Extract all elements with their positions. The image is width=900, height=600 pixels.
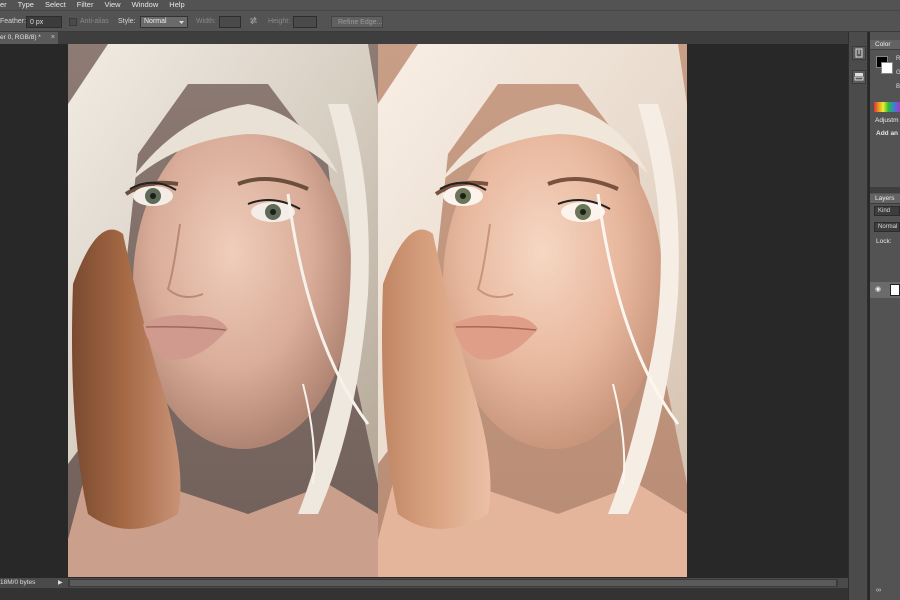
after-photo <box>378 44 687 577</box>
channel-g-label: G <box>896 70 900 76</box>
channel-b-label: B <box>896 84 900 90</box>
tab-color[interactable]: Color <box>870 40 900 50</box>
layer-row[interactable]: ◉ <box>870 282 900 298</box>
channel-r-label: R <box>896 56 900 62</box>
height-input[interactable] <box>293 16 317 28</box>
panel-dock <box>848 32 868 600</box>
width-input[interactable] <box>219 16 241 28</box>
before-photo <box>68 44 378 577</box>
document-canvas[interactable] <box>0 44 848 577</box>
style-select[interactable]: Normal <box>140 16 188 28</box>
document-tab[interactable]: er 0, RGB/8) * × <box>0 32 58 44</box>
refine-edge-button[interactable]: Refine Edge... <box>331 16 383 28</box>
layers-lock-label: Lock: <box>876 238 892 245</box>
document-tab-title: er 0, RGB/8) * <box>0 34 41 41</box>
portrait-after-image <box>378 44 687 577</box>
options-bar: Feather: Anti-alias Style: Normal Width:… <box>0 10 900 32</box>
menu-select[interactable]: Select <box>39 0 71 10</box>
right-panels: Color R G B Adjustm Add an Layers Kind N… <box>870 32 900 600</box>
tab-adjustments[interactable]: Adjustm <box>870 116 900 126</box>
menu-view[interactable]: View <box>98 0 125 10</box>
antialias-checkbox[interactable] <box>69 18 77 26</box>
chevron-down-icon <box>179 20 184 24</box>
document-size-info: 18M/0 bytes <box>0 579 36 586</box>
layers-kind-filter[interactable]: Kind <box>874 206 900 216</box>
height-label: Height: <box>268 18 291 25</box>
style-label: Style: <box>118 18 136 25</box>
feather-label: Feather: <box>0 18 27 25</box>
color-spectrum[interactable] <box>874 102 900 112</box>
document-tab-row: er 0, RGB/8) * × <box>0 32 848 44</box>
status-menu-arrow-icon[interactable]: ▶ <box>58 578 63 588</box>
menu-help[interactable]: Help <box>163 0 189 10</box>
style-select-value: Normal <box>144 18 167 25</box>
layers-blend-mode[interactable]: Normal <box>874 222 900 232</box>
layer-thumbnail <box>890 284 900 296</box>
swap-arrows-icon[interactable] <box>249 16 258 28</box>
eye-icon[interactable]: ◉ <box>875 285 881 293</box>
close-icon[interactable]: × <box>51 32 55 44</box>
feather-input[interactable] <box>26 16 62 28</box>
scrollbar-thumb[interactable] <box>70 580 836 586</box>
adjustments-hint: Add an <box>876 130 899 137</box>
panel-divider <box>870 187 900 193</box>
link-icon[interactable]: ∞ <box>876 587 881 594</box>
tab-layers[interactable]: Layers <box>870 194 900 204</box>
antialias-label: Anti-alias <box>80 18 109 25</box>
bottom-strip <box>0 588 848 600</box>
background-color-swatch[interactable] <box>881 62 893 74</box>
menu-bar: er Type Select Filter View Window Help <box>0 0 900 10</box>
menu-filter[interactable]: Filter <box>71 0 99 10</box>
horizontal-scrollbar[interactable] <box>68 579 838 587</box>
width-label: Width: <box>196 18 216 25</box>
menu-layer[interactable]: er <box>0 0 12 10</box>
menu-type[interactable]: Type <box>12 0 39 10</box>
status-bar: 18M/0 bytes ▶ <box>0 578 848 588</box>
history-icon[interactable] <box>852 70 866 84</box>
portrait-before-image <box>68 44 378 577</box>
menu-window[interactable]: Window <box>126 0 164 10</box>
arrange-icon[interactable] <box>852 46 866 60</box>
